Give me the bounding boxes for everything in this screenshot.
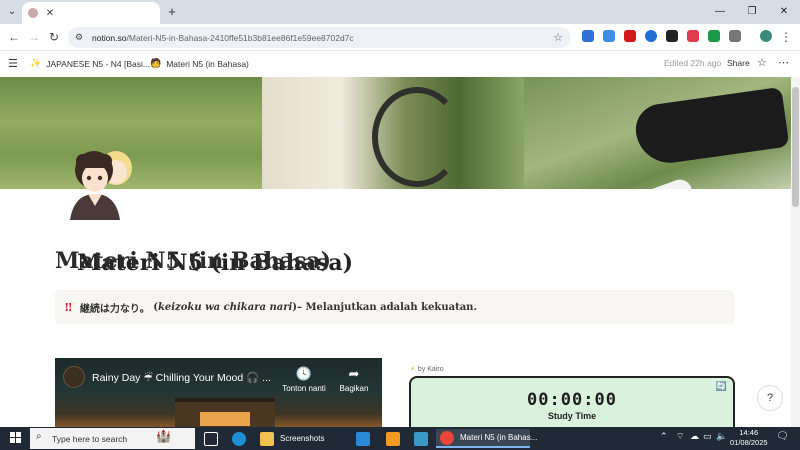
scrollbar-thumb[interactable] (792, 87, 799, 207)
lightning-icon: ⚡ (410, 366, 415, 373)
new-tab-button[interactable]: + (164, 4, 180, 20)
volume-icon[interactable]: 🔈 (716, 431, 727, 442)
browser-toolbar: ← → ↻ ⚙ notion.so/Materi-N5-in-Bahasa-24… (0, 24, 800, 51)
clock-date: 01/08/2025 (730, 438, 768, 447)
breadcrumb-item-current[interactable]: 🧑 Materi N5 (in Bahasa) (150, 58, 249, 69)
search-highlight-icon[interactable]: 🏰 (156, 429, 171, 443)
extension-circle-icon[interactable] (645, 30, 657, 42)
youtube-embed[interactable]: Rainy Day ☔ Chilling Your Mood 🎧 ... 🕓 T… (55, 358, 382, 428)
notion-topbar: ☰ ✨ JAPANESE N5 - N4 [Basi... 🧑 Materi N… (0, 52, 800, 76)
windows-start-icon[interactable] (10, 432, 22, 444)
widget-credit-label: by Kairo (417, 366, 444, 373)
extension-arrow-icon[interactable] (603, 30, 615, 42)
bookmark-star-icon[interactable]: ☆ (553, 31, 563, 44)
tray-chevron-up-icon[interactable]: ⌃ (660, 431, 668, 442)
site-info-icon[interactable]: ⚙ (75, 32, 83, 43)
profile-avatar-icon[interactable] (760, 30, 772, 42)
tab-search-chevron-icon[interactable]: ⌄ (4, 4, 20, 20)
network-icon[interactable]: ⌔ (676, 431, 684, 442)
folder-icon (260, 431, 274, 446)
close-window-button[interactable]: ✕ (768, 0, 800, 24)
back-arrow-icon[interactable]: ← (6, 29, 22, 45)
battery-icon[interactable]: ▭ (703, 431, 712, 442)
help-question-icon[interactable]: ? (757, 385, 783, 411)
timer-label: Study Time (547, 411, 597, 421)
vscode-icon[interactable] (352, 429, 380, 448)
sidebar-menu-icon[interactable]: ☰ (8, 57, 18, 70)
clock-icon: 🕓 (295, 366, 313, 381)
channel-avatar[interactable] (63, 366, 85, 388)
task-view-icon[interactable] (200, 429, 228, 448)
extension-notion-icon[interactable] (666, 30, 678, 42)
address-bar[interactable]: ⚙ notion.so/Materi-N5-in-Bahasa-2410ffe5… (68, 27, 571, 48)
extension-grid-icon[interactable] (687, 30, 699, 42)
video-title[interactable]: Rainy Day ☔ Chilling Your Mood 🎧 ... (92, 371, 271, 384)
double-exclamation-icon: ‼ (65, 300, 72, 314)
callout-paren-open: ( (149, 301, 158, 313)
share-video-label: Bagikan (339, 384, 369, 393)
widget-credit: ⚡ by Kairo (410, 365, 444, 373)
chrome-icon (440, 430, 454, 445)
url-path: /Materi-N5-in-Bahasa-2410ffe51b3b81ee86f… (126, 32, 354, 43)
callout-meaning: – Melanjutkan adalah kekuatan. (297, 301, 477, 313)
reset-timer-icon[interactable]: 🔄 (716, 381, 727, 392)
forward-arrow-icon[interactable]: → (26, 29, 42, 45)
onedrive-icon[interactable]: ☁ (690, 431, 699, 442)
more-options-icon[interactable]: ⋯ (778, 56, 789, 69)
page-icon-avatar[interactable] (68, 148, 134, 220)
minimize-button[interactable]: — (704, 0, 736, 24)
page-scrollbar[interactable] (791, 77, 800, 427)
taskbar-app-label: Screenshots (280, 434, 325, 443)
maximize-button[interactable]: ❐ (736, 0, 768, 24)
page-avatar-icon: 🧑 (150, 58, 162, 68)
timer-display: 00:00:00 (527, 390, 617, 410)
watch-later-label: Tonton nanti (282, 384, 326, 393)
sparkle-icon: ✨ (30, 58, 42, 68)
share-button[interactable]: Share (727, 58, 750, 68)
notification-center-icon[interactable]: 🗨 (776, 431, 789, 442)
url-host: notion.so (92, 32, 127, 43)
browser-tab-active[interactable]: Materi N5 (in Bahasa) ✕ (22, 2, 353, 276)
breadcrumb-label: JAPANESE N5 - N4 [Basi... (46, 58, 150, 69)
share-arrow-icon: ➦ (348, 366, 360, 381)
callout-romaji: keizoku wa chikara nari (157, 301, 293, 313)
share-video-button[interactable]: ➦ Bagikan (329, 366, 379, 393)
video-thumbnail-house (175, 398, 275, 428)
callout-japanese: 継続は力なり。 (79, 303, 150, 315)
taskbar-search-placeholder: Type here to search (52, 433, 128, 444)
reload-icon[interactable]: ↻ (46, 29, 62, 45)
taskbar-clock[interactable]: 14:46 01/08/2025 (730, 428, 768, 448)
taskbar-app-screenshots[interactable]: Screenshots (256, 429, 346, 448)
browser-menu-icon[interactable]: ⋮ (778, 29, 794, 45)
edited-timestamp: Edited 22h ago (664, 58, 722, 68)
notion-favicon-icon (28, 8, 38, 18)
extension-bookmark-icon[interactable] (624, 30, 636, 42)
taskbar-app-chrome[interactable]: Materi N5 (in Bahas... (436, 429, 537, 448)
extension-camera-icon[interactable] (708, 30, 720, 42)
extensions-puzzle-icon[interactable] (729, 30, 741, 42)
breadcrumb-item-parent[interactable]: ✨ JAPANESE N5 - N4 [Basi... (30, 58, 150, 69)
snipping-tool-icon[interactable] (410, 429, 438, 448)
search-icon: ⌕ (36, 431, 42, 442)
tab-close-icon[interactable]: ✕ (44, 8, 56, 19)
clock-time: 14:46 (739, 428, 759, 437)
cover-magnifier (372, 87, 462, 187)
extension-translate-icon[interactable] (582, 30, 594, 42)
favorite-star-icon[interactable]: ☆ (757, 56, 767, 69)
page-title[interactable]: Materi N5 (in Bahasa) (55, 248, 331, 274)
taskbar-app-label: Materi N5 (in Bahas... (460, 433, 538, 442)
tab-strip: ⌄ Materi N5 (in Bahasa) ✕ + — ❐ ✕ (0, 0, 800, 276)
windows-taskbar: ⌕ Type here to search 🏰 Screenshots Mate… (0, 427, 800, 450)
watch-later-button[interactable]: 🕓 Tonton nanti (279, 366, 329, 393)
quote-callout[interactable]: ‼ 継続は力なり。 (keizoku wa chikara nari) – Me… (55, 290, 734, 324)
sublime-icon[interactable] (382, 429, 410, 448)
edge-browser-icon[interactable] (228, 429, 256, 448)
breadcrumb-label: Materi N5 (in Bahasa) (166, 58, 249, 69)
